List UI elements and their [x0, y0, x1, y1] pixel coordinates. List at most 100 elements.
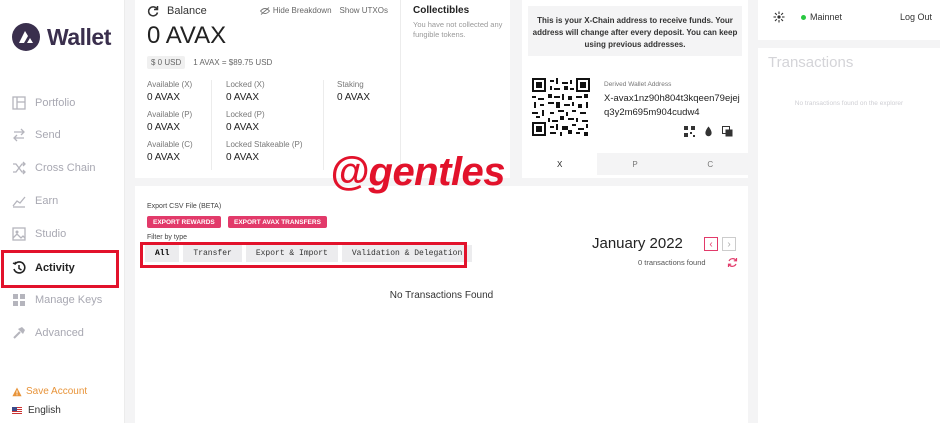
stat-label: Available (P): [147, 110, 193, 119]
address-actions: [684, 124, 733, 137]
export-csv-label: Export CSV File (BETA): [147, 203, 222, 210]
balance-links: Hide Breakdown Show UTXOs: [259, 6, 388, 15]
export-avax-transfers-button[interactable]: EXPORT AVAX TRANSFERS: [228, 216, 327, 228]
sidebar: Wallet Portfolio Send Cross Chain Earn S…: [0, 0, 125, 423]
sidebar-item-send[interactable]: Send: [0, 121, 125, 149]
empty-state-text: No Transactions Found: [389, 290, 494, 301]
stat-value: 0 AVAX: [147, 122, 180, 133]
refresh-icon[interactable]: [727, 257, 738, 268]
export-rewards-button[interactable]: EXPORT REWARDS: [147, 216, 221, 228]
qr-code: [532, 78, 590, 136]
language-label: English: [28, 405, 61, 416]
address-card: This is your X-Chain address to receive …: [522, 0, 748, 178]
watermark: @gentles: [330, 150, 506, 194]
sidebar-item-label: Studio: [35, 228, 67, 240]
network-label: Mainnet: [810, 12, 843, 22]
stat-label: Locked (P): [226, 110, 265, 119]
hide-breakdown-button[interactable]: Hide Breakdown: [259, 6, 332, 15]
portfolio-icon: [12, 96, 26, 110]
send-icon: [13, 128, 25, 142]
stat-value: 0 AVAX: [226, 92, 259, 103]
stat-label: Staking: [337, 80, 364, 89]
activity-highlight-box: [1, 250, 119, 288]
stat-value: 0 AVAX: [226, 152, 259, 163]
stat-label: Locked (X): [226, 80, 265, 89]
ledger-drop-icon[interactable]: [703, 124, 714, 137]
sidebar-item-label: Cross Chain: [35, 162, 96, 174]
sidebar-item-label: Manage Keys: [35, 294, 103, 306]
stat-locked-x: Locked (X) 0 AVAX: [226, 80, 265, 103]
stat-available-c: Available (C) 0 AVAX: [147, 140, 193, 163]
language-selector[interactable]: English: [12, 405, 61, 416]
stat-label: Available (C): [147, 140, 193, 149]
status-dot: [801, 14, 806, 20]
divider: [323, 80, 324, 170]
avalanche-logo-icon: [12, 23, 40, 51]
transactions-found-count: 0 transactions found: [638, 258, 706, 267]
logout-button[interactable]: Log Out: [900, 12, 932, 22]
stat-value: 0 AVAX: [147, 92, 180, 103]
network-icon[interactable]: [773, 11, 785, 23]
collectibles-empty-text: You have not collected any fungible toke…: [413, 20, 503, 39]
month-label: January 2022: [592, 235, 683, 252]
address-banner: This is your X-Chain address to receive …: [522, 0, 748, 62]
prev-month-button[interactable]: ‹: [704, 237, 718, 251]
studio-icon: [12, 227, 26, 241]
manage-keys-icon: [13, 294, 25, 306]
balance-subline: $ 0 USD 1 AVAX = $89.75 USD: [147, 56, 272, 69]
eye-off-icon: [259, 6, 270, 15]
stat-locked-p: Locked (P) 0 AVAX: [226, 110, 265, 133]
us-flag-icon: [12, 407, 22, 414]
warning-icon: [12, 387, 22, 396]
refresh-icon[interactable]: [147, 5, 159, 17]
qr-code-icon[interactable]: [684, 124, 695, 137]
sidebar-item-manage-keys[interactable]: Manage Keys: [0, 286, 125, 314]
save-account-link[interactable]: Save Account: [12, 386, 87, 397]
filter-label: Filter by type: [147, 234, 188, 241]
sidebar-item-label: Portfolio: [35, 97, 76, 109]
sidebar-item-cross-chain[interactable]: Cross Chain: [0, 154, 125, 182]
sidebar-item-studio[interactable]: Studio: [0, 220, 125, 248]
stat-available-p: Available (P) 0 AVAX: [147, 110, 192, 133]
tab-p-chain[interactable]: P: [597, 153, 673, 175]
balance-header: Balance: [147, 5, 207, 17]
sidebar-item-label: Send: [35, 129, 61, 141]
filter-highlight-box: [140, 242, 467, 268]
derived-address-label: Derived Wallet Address: [604, 81, 672, 88]
cross-chain-icon: [13, 161, 26, 175]
hide-breakdown-label: Hide Breakdown: [272, 6, 332, 15]
derived-address-value: X-avax1nz90h804t3kqeen79ejejq3y2m695m904…: [604, 93, 740, 118]
right-panel: Mainnet Log Out Transactions No transact…: [758, 0, 940, 423]
advanced-icon: [13, 327, 25, 339]
sidebar-item-portfolio[interactable]: Portfolio: [0, 89, 125, 117]
avax-rate: 1 AVAX = $89.75 USD: [193, 58, 273, 67]
wallet-logo[interactable]: Wallet: [11, 22, 111, 52]
sidebar-item-advanced[interactable]: Advanced: [0, 319, 125, 347]
sidebar-item-label: Earn: [35, 195, 59, 207]
stat-available-x: Available (X) 0 AVAX: [147, 80, 192, 103]
tab-x-chain[interactable]: X: [522, 153, 598, 175]
stat-value: 0 AVAX: [337, 92, 370, 103]
collectibles-title: Collectibles: [413, 5, 470, 16]
stat-label: Locked Stakeable (P): [226, 140, 303, 149]
month-navigation: ‹ ›: [704, 237, 736, 251]
sidebar-item-earn[interactable]: Earn: [0, 187, 125, 215]
balance-title: Balance: [167, 5, 207, 17]
explorer-empty-text: No transactions found on the explorer: [794, 100, 904, 107]
next-month-button[interactable]: ›: [722, 237, 736, 251]
earn-icon: [12, 196, 26, 208]
show-utxos-button[interactable]: Show UTXOs: [340, 6, 388, 15]
transactions-title: Transactions: [768, 54, 854, 71]
stat-locked-stakeable-p: Locked Stakeable (P) 0 AVAX: [226, 140, 303, 163]
divider: [211, 80, 212, 170]
copy-icon[interactable]: [722, 124, 733, 137]
sidebar-item-label: Advanced: [35, 327, 84, 339]
stat-value: 0 AVAX: [226, 122, 259, 133]
balance-amount: 0 AVAX: [147, 22, 227, 49]
stat-label: Available (X): [147, 80, 193, 89]
usd-value: $ 0 USD: [147, 56, 186, 69]
tab-c-chain[interactable]: C: [672, 153, 748, 175]
stat-staking: Staking 0 AVAX: [337, 80, 370, 103]
divider: [758, 40, 940, 48]
network-selector[interactable]: Mainnet: [801, 12, 842, 22]
